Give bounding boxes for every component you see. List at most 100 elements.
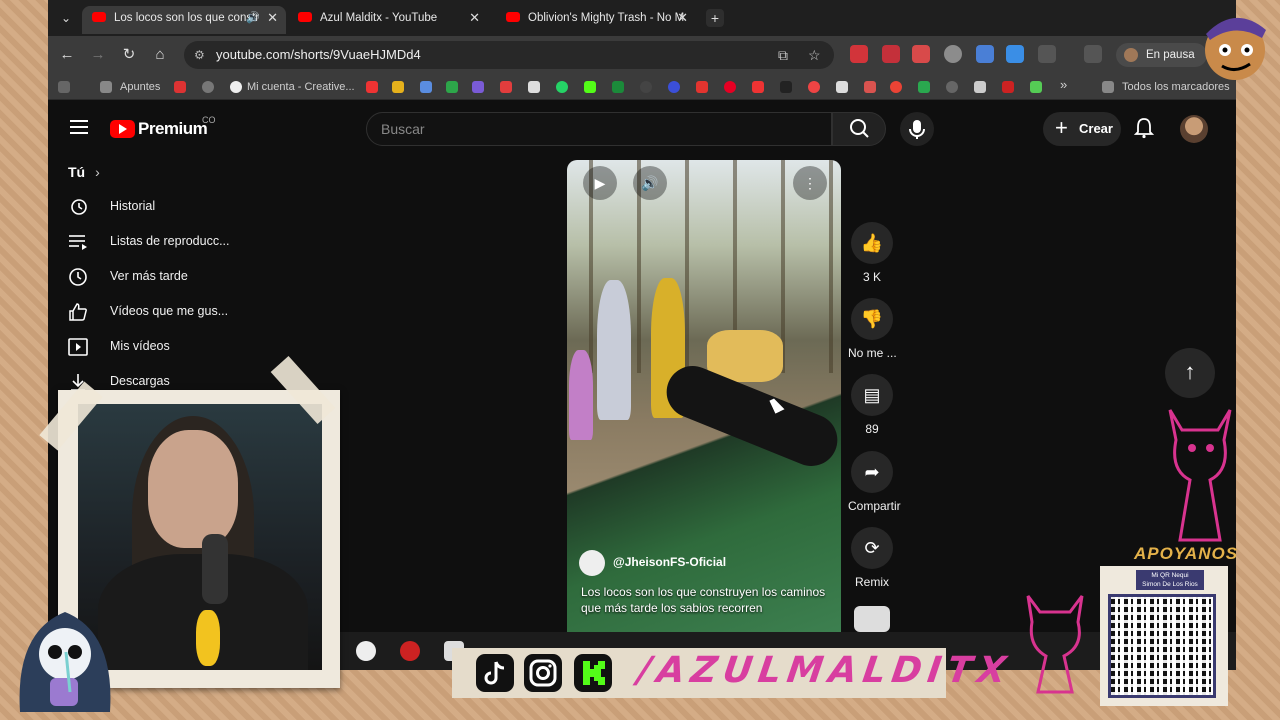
- search-button[interactable]: [832, 112, 886, 146]
- address-bar[interactable]: ⚙ youtube.com/shorts/9VuaeHJMDd4 ⧉ ☆: [184, 41, 834, 69]
- site-info-icon[interactable]: ⚙: [194, 41, 205, 69]
- youtube-bookmark-icon[interactable]: [752, 81, 764, 93]
- close-tab-icon[interactable]: ✕: [469, 6, 480, 30]
- account-avatar[interactable]: [1180, 115, 1208, 143]
- bookmark-icon[interactable]: [640, 81, 652, 93]
- apps-grid-icon[interactable]: [58, 81, 70, 93]
- bookmark-star-icon[interactable]: ☆: [808, 41, 821, 69]
- volume-icon[interactable]: 🔊: [633, 166, 667, 200]
- bookmark-icon[interactable]: [808, 81, 820, 93]
- bookmark-icon[interactable]: [1002, 81, 1014, 93]
- search-input[interactable]: Buscar: [366, 112, 832, 146]
- menu-icon[interactable]: [70, 120, 88, 134]
- install-icon[interactable]: ⧉: [778, 41, 788, 69]
- extensions-puzzle-icon[interactable]: [1038, 45, 1056, 63]
- channel-name[interactable]: @JheisonFS-Oficial: [613, 555, 726, 569]
- video-figure: [597, 280, 631, 420]
- adblock-icon[interactable]: [912, 45, 930, 63]
- tab-active[interactable]: Los locos son los que constr 🔊 ✕: [82, 6, 286, 34]
- taskbar-app-icon[interactable]: [400, 641, 420, 661]
- sidebar-item-history[interactable]: Historial: [48, 190, 248, 224]
- dislike-action[interactable]: 👎 No me ...: [848, 298, 897, 360]
- share-action[interactable]: ➦ Compartir: [848, 451, 901, 513]
- taskbar-app-icon[interactable]: [356, 641, 376, 661]
- comment-icon[interactable]: ▤: [851, 374, 893, 416]
- bookmark-icon[interactable]: [202, 81, 214, 93]
- bookmark-icon[interactable]: [696, 81, 708, 93]
- bookmark-icon[interactable]: [174, 81, 186, 93]
- bookmark-icon[interactable]: [918, 81, 930, 93]
- speaker-icon[interactable]: 🔊: [246, 6, 260, 30]
- bookmark-icon[interactable]: [500, 81, 512, 93]
- previous-short-button[interactable]: ↑: [1165, 348, 1215, 398]
- thumbs-down-icon[interactable]: 👎: [851, 298, 893, 340]
- bookmark-icon[interactable]: [420, 81, 432, 93]
- sidebar-item-playlists[interactable]: Listas de reproducc...: [48, 225, 248, 259]
- voice-search-button[interactable]: [900, 112, 934, 146]
- extension-icon[interactable]: [882, 45, 900, 63]
- bookmark-icon[interactable]: [780, 81, 792, 93]
- bookmark-icon[interactable]: [446, 81, 458, 93]
- extension-icon[interactable]: [944, 45, 962, 63]
- bookmark-icon[interactable]: [890, 81, 902, 93]
- bookmark-mi-cuenta[interactable]: Mi cuenta - Creative...: [247, 79, 355, 95]
- bookmark-icon[interactable]: [946, 81, 958, 93]
- pinterest-icon[interactable]: [724, 81, 736, 93]
- create-button[interactable]: Crear: [1043, 111, 1121, 146]
- share-label: Compartir: [848, 499, 901, 513]
- bookmark-icon[interactable]: [864, 81, 876, 93]
- play-icon[interactable]: ▶: [583, 166, 617, 200]
- reload-icon[interactable]: ↻: [119, 45, 139, 65]
- tab-oblivion[interactable]: Oblivion's Mighty Trash - No M ✕: [496, 6, 696, 34]
- history-icon: [71, 199, 87, 215]
- bookmark-icon[interactable]: [668, 81, 680, 93]
- close-tab-icon[interactable]: ✕: [677, 6, 688, 30]
- more-bookmarks-icon[interactable]: »: [1060, 77, 1067, 93]
- share-icon[interactable]: ➦: [851, 451, 893, 493]
- remix-action[interactable]: ⟳ Remix: [848, 527, 896, 589]
- comments-action[interactable]: ▤ 89: [848, 374, 896, 436]
- tab-azul-malditx[interactable]: Azul Malditx - YouTube ✕: [288, 6, 488, 34]
- bookmark-icon[interactable]: [392, 81, 404, 93]
- reading-list-icon[interactable]: [1084, 45, 1102, 63]
- short-video-player[interactable]: ▶ 🔊 ⋮ @JheisonFS-Oficial Los locos son l…: [567, 160, 841, 634]
- forward-icon[interactable]: →: [88, 45, 108, 65]
- sidebar-item-label: Descargas: [110, 374, 170, 388]
- whatsapp-icon[interactable]: [556, 81, 568, 93]
- social-banner: /AZULMALDITX: [452, 648, 1014, 698]
- close-tab-icon[interactable]: ✕: [267, 6, 278, 30]
- sidebar-section-you[interactable]: Tú ›: [68, 164, 100, 180]
- bookmark-icon[interactable]: [366, 81, 378, 93]
- bookmark-icon[interactable]: [974, 81, 986, 93]
- apoyanos-label: APOYANOS: [1134, 544, 1239, 563]
- bookmark-icon[interactable]: [612, 81, 624, 93]
- bookmark-icon[interactable]: [836, 81, 848, 93]
- sidebar-item-liked-videos[interactable]: Vídeos que me gus...: [48, 295, 248, 329]
- notifications-bell-icon[interactable]: [1134, 117, 1154, 139]
- extension-icon[interactable]: [850, 45, 868, 63]
- kick-icon[interactable]: [584, 81, 596, 93]
- sidebar-item-watch-later[interactable]: Ver más tarde: [48, 260, 248, 294]
- new-tab-button[interactable]: +: [706, 9, 724, 27]
- home-icon[interactable]: ⌂: [150, 45, 170, 65]
- bookmark-icon[interactable]: [528, 81, 540, 93]
- more-options-icon[interactable]: ⋮: [793, 166, 827, 200]
- sidebar-item-label: Historial: [110, 199, 156, 213]
- remix-icon[interactable]: ⟳: [851, 527, 893, 569]
- bookmark-icon[interactable]: [1030, 81, 1042, 93]
- tab-search-chevron-icon[interactable]: ⌄: [56, 8, 76, 28]
- like-action[interactable]: 👍 3 K: [848, 222, 896, 284]
- back-icon[interactable]: ←: [57, 45, 77, 65]
- youtube-favicon-icon: [506, 12, 520, 22]
- thumbs-up-icon[interactable]: 👍: [851, 222, 893, 264]
- sound-thumbnail[interactable]: [854, 606, 890, 632]
- translate-icon[interactable]: [976, 45, 994, 63]
- extension-icon[interactable]: [1006, 45, 1024, 63]
- channel-avatar[interactable]: [579, 550, 605, 576]
- country-code: CO: [202, 115, 216, 125]
- bookmark-icon[interactable]: [472, 81, 484, 93]
- tab-bar: ⌄ Los locos son los que constr 🔊 ✕ Azul …: [48, 0, 1236, 36]
- bookmark-apuntes[interactable]: Apuntes: [120, 79, 160, 95]
- sidebar-item-label: Ver más tarde: [110, 269, 188, 283]
- sidebar-item-my-videos[interactable]: Mis vídeos: [48, 330, 248, 364]
